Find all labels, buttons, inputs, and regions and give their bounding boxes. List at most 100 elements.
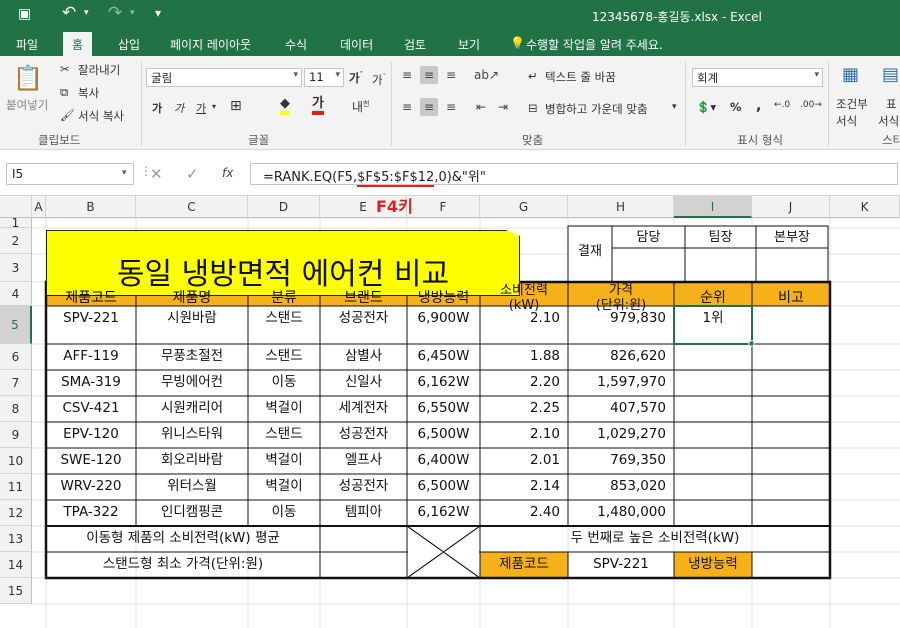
table-cell[interactable]: 무풍초절전	[136, 349, 248, 364]
table-header-2[interactable]: 제품명	[136, 291, 248, 305]
paste-icon[interactable]: 📋	[12, 62, 44, 94]
copy-button[interactable]: 복사	[78, 85, 99, 101]
wrap-text-button[interactable]: 텍스트 줄 바꿈	[545, 69, 616, 85]
tab-home[interactable]: 홈	[63, 32, 93, 56]
table-cell[interactable]: 2.14	[480, 479, 568, 494]
column-header-j[interactable]: J	[752, 196, 830, 218]
font-name-select[interactable]: 굴림 ▾	[146, 68, 302, 87]
row-header-10[interactable]: 10	[0, 448, 32, 474]
redo-dropdown-icon[interactable]: ▾	[130, 8, 135, 18]
conditional-format-button[interactable]: 조건부	[836, 96, 868, 112]
row-header-3[interactable]: 3	[0, 254, 32, 282]
comma-style-icon[interactable]: ,	[756, 98, 761, 114]
merge-dropdown-icon[interactable]: ▾	[672, 102, 677, 112]
align-center-icon[interactable]: ≡	[420, 98, 438, 116]
tell-me-search[interactable]: 수행할 작업을 알려 주세요.	[526, 36, 663, 53]
undo-dropdown-icon[interactable]: ▾	[84, 8, 89, 18]
cut-button[interactable]: 잘라내기	[78, 62, 120, 78]
table-cell[interactable]: 템피아	[320, 505, 407, 520]
table-cell[interactable]: 6,900W	[407, 311, 480, 326]
table-cell[interactable]: SMA-319	[46, 375, 136, 390]
merge-center-icon[interactable]: ⊟	[528, 101, 538, 115]
font-size-select[interactable]: 11 ▾	[304, 68, 344, 87]
row-header-2[interactable]: 2	[0, 228, 32, 254]
table-cell[interactable]: 삼별사	[320, 349, 407, 364]
italic-button[interactable]: 가	[174, 100, 184, 116]
table-cell[interactable]: 1,597,970	[568, 375, 674, 390]
table-cell[interactable]: 스탠드	[248, 427, 320, 442]
tab-insert[interactable]: 삽입	[118, 36, 140, 53]
table-cell[interactable]: 성공전자	[320, 479, 407, 494]
table-cell[interactable]: CSV-421	[46, 401, 136, 416]
name-box-dropdown-icon[interactable]: ▾	[122, 168, 127, 178]
table-header-8[interactable]: 순위	[674, 291, 752, 305]
row-header-6[interactable]: 6	[0, 344, 32, 370]
summary-label-r13-right[interactable]: 두 번째로 높은 소비전력(kW)	[480, 531, 830, 546]
align-left-icon[interactable]: ≡	[398, 98, 416, 116]
summary-code-value[interactable]: SPV-221	[568, 557, 674, 572]
align-middle-icon[interactable]: ≡	[420, 66, 438, 84]
row-header-14[interactable]: 14	[0, 552, 32, 578]
row-header-12[interactable]: 12	[0, 500, 32, 526]
table-cell[interactable]: 769,350	[568, 453, 674, 468]
table-cell[interactable]: 407,570	[568, 401, 674, 416]
table-cell[interactable]: 성공전자	[320, 311, 407, 326]
table-cell[interactable]: 1,480,000	[568, 505, 674, 520]
table-cell[interactable]: EPV-120	[46, 427, 136, 442]
table-cell[interactable]: 2.40	[480, 505, 568, 520]
row-header-7[interactable]: 7	[0, 370, 32, 396]
underline-button[interactable]: 가	[196, 100, 206, 116]
table-cell[interactable]: 인디캠핑콘	[136, 505, 248, 520]
tab-data[interactable]: 데이터	[340, 36, 373, 53]
table-cell[interactable]: 성공전자	[320, 427, 407, 442]
name-box[interactable]: I5	[6, 163, 134, 185]
tab-review[interactable]: 검토	[404, 36, 426, 53]
table-cell[interactable]: 벽걸이	[248, 479, 320, 494]
table-cell[interactable]: 1,029,270	[568, 427, 674, 442]
format-table-label[interactable]: 서식	[878, 113, 899, 129]
table-cell[interactable]: 6,500W	[407, 479, 480, 494]
table-cell[interactable]: 벽걸이	[248, 401, 320, 416]
enter-icon[interactable]: ✓	[186, 165, 199, 183]
table-cell[interactable]: 벽걸이	[248, 453, 320, 468]
table-cell[interactable]: 회오리바람	[136, 453, 248, 468]
table-header-5[interactable]: 냉방능력	[407, 291, 480, 305]
table-header-1[interactable]: 제품코드	[46, 291, 136, 305]
underline-dropdown-icon[interactable]: ▾	[212, 102, 216, 111]
increase-decimal-icon[interactable]: ←.0	[774, 100, 790, 110]
column-header-b[interactable]: B	[46, 196, 136, 218]
save-icon[interactable]: ▣	[18, 6, 31, 22]
column-header-c[interactable]: C	[136, 196, 248, 218]
fill-color-icon[interactable]: ◆	[280, 97, 290, 115]
table-cell[interactable]: 위터스월	[136, 479, 248, 494]
conditional-format-label[interactable]: 서식	[836, 113, 857, 129]
table-cell[interactable]: 시원캐리어	[136, 401, 248, 416]
row-header-8[interactable]: 8	[0, 396, 32, 422]
row-header-13[interactable]: 13	[0, 526, 32, 552]
table-cell[interactable]: 신일사	[320, 375, 407, 390]
insert-function-icon[interactable]: fx	[222, 166, 233, 180]
cancel-icon[interactable]: ✕	[150, 165, 163, 183]
format-painter-icon[interactable]: 🖌	[60, 108, 75, 122]
table-cell[interactable]: 6,162W	[407, 375, 480, 390]
table-cell[interactable]: 2.20	[480, 375, 568, 390]
column-header-i[interactable]: I	[674, 196, 752, 218]
column-header-k[interactable]: K	[830, 196, 900, 218]
table-header-3[interactable]: 분류	[248, 291, 320, 305]
table-header-4[interactable]: 브랜드	[320, 291, 407, 305]
table-cell[interactable]: SPV-221	[46, 311, 136, 326]
align-bottom-icon[interactable]: ≡	[442, 66, 460, 84]
row-header-15[interactable]: 15	[0, 578, 32, 604]
table-cell[interactable]: 세계전자	[320, 401, 407, 416]
table-cell[interactable]: 스탠드	[248, 311, 320, 326]
tab-page-layout[interactable]: 페이지 레이아웃	[170, 36, 251, 53]
table-cell[interactable]: SWE-120	[46, 453, 136, 468]
align-top-icon[interactable]: ≡	[398, 66, 416, 84]
table-cell[interactable]: 2.01	[480, 453, 568, 468]
merge-center-button[interactable]: 병합하고 가운데 맞춤	[545, 101, 648, 117]
worksheet-grid[interactable]: A B C D E F G H I J K 1 2 3 4 5 6 7 8 9 10 11 12 13 14 15 동일 냉방면적 …	[0, 196, 900, 628]
undo-icon[interactable]: ↶	[62, 3, 76, 23]
table-cell[interactable]: 853,020	[568, 479, 674, 494]
table-cell[interactable]: AFF-119	[46, 349, 136, 364]
table-cell[interactable]: 2.10	[480, 311, 568, 326]
